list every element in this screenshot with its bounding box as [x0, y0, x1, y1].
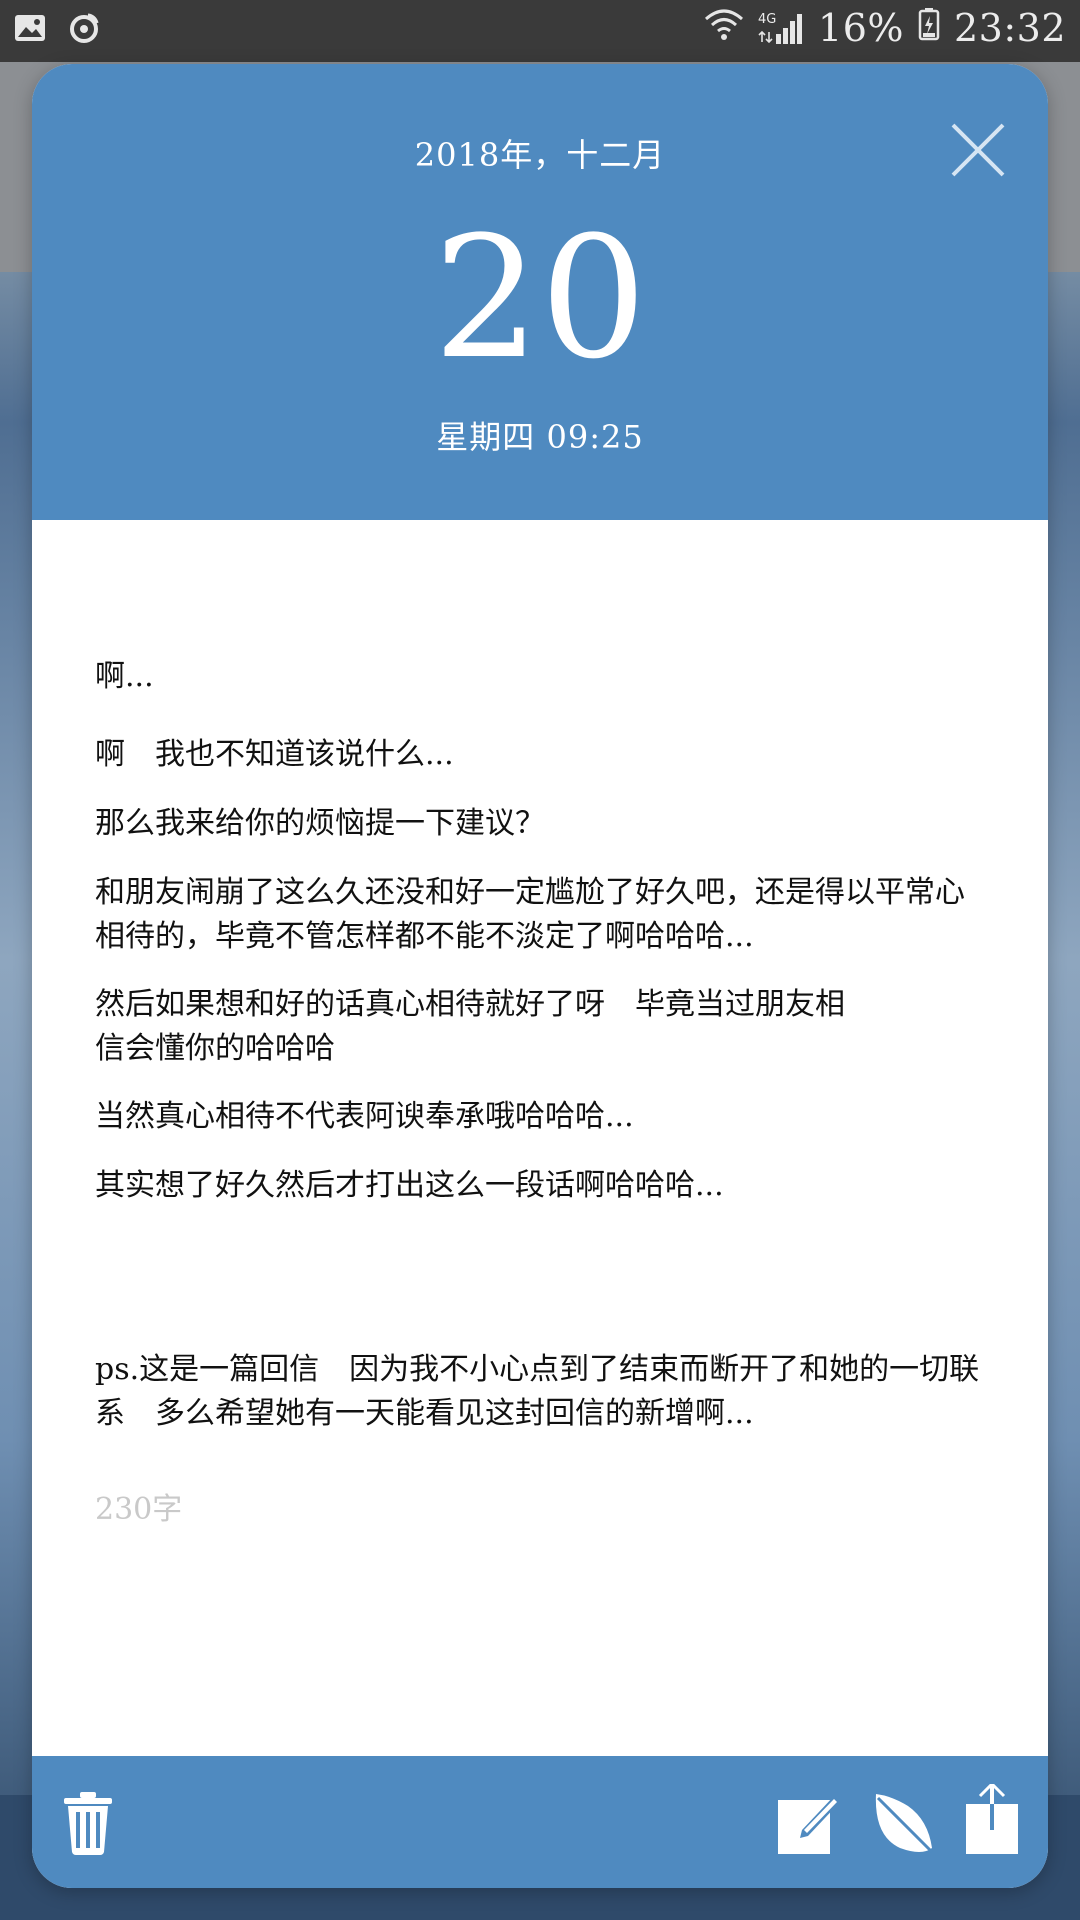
share-button[interactable]	[964, 1781, 1028, 1854]
battery-icon	[918, 6, 940, 50]
leaf-icon	[875, 1794, 934, 1854]
share-icon	[966, 1781, 1018, 1854]
month-year-label: 2018年，十二月	[414, 136, 666, 174]
close-button[interactable]	[948, 120, 1008, 180]
paragraph-6: 当然真心相待不代表阿谀奉承哦哈哈哈...	[95, 1099, 634, 1134]
delete-button[interactable]	[62, 1790, 126, 1860]
close-icon	[951, 123, 1005, 177]
weibo-icon	[68, 12, 100, 48]
status-bar: 4G 16% 23:32	[0, 0, 1080, 62]
signal-icon: 4G	[758, 10, 804, 46]
edit-button[interactable]	[776, 1790, 840, 1860]
paragraph-4: 和朋友闹崩了这么久还没和好一定尴尬了好久吧，还是得以平常心相待的，毕竟不管怎样都…	[95, 875, 965, 954]
paragraph-1: 啊...	[95, 659, 154, 694]
weekday-time-label: 星期四 09:25	[436, 418, 644, 456]
leaf-button[interactable]	[870, 1790, 934, 1860]
action-bar	[32, 1756, 1048, 1888]
edit-icon	[778, 1796, 840, 1854]
status-bar-left	[14, 12, 100, 48]
battery-percent: 16%	[818, 6, 904, 50]
paragraph-5: 然后如果想和好的话真心相待就好了呀 毕竟当过朋友相信会懂你的哈哈哈	[95, 987, 845, 1066]
paragraph-3: 那么我来给你的烦恼提一下建议？	[95, 806, 545, 841]
trash-icon	[64, 1792, 112, 1855]
diary-card: 2018年，十二月 20 星期四 09:25 啊... 啊 我也不知道该说什么.…	[32, 64, 1048, 1888]
status-time: 23:32	[953, 6, 1066, 50]
status-bar-right: 4G 16% 23:32	[704, 6, 1066, 50]
paragraph-8: ps.这是一篇回信 因为我不小心点到了结束而断开了和她的一切联系 多么希望她有一…	[95, 1352, 980, 1431]
paragraph-2: 啊 我也不知道该说什么...	[95, 737, 454, 772]
day-number: 20	[433, 200, 647, 396]
word-count: 230字	[95, 1492, 183, 1527]
gallery-icon	[14, 13, 46, 47]
wifi-icon	[704, 6, 744, 50]
paragraph-7: 其实想了好久然后才打出这么一段话啊哈哈哈...	[95, 1168, 724, 1203]
date-header: 2018年，十二月 20 星期四 09:25	[32, 64, 1048, 520]
